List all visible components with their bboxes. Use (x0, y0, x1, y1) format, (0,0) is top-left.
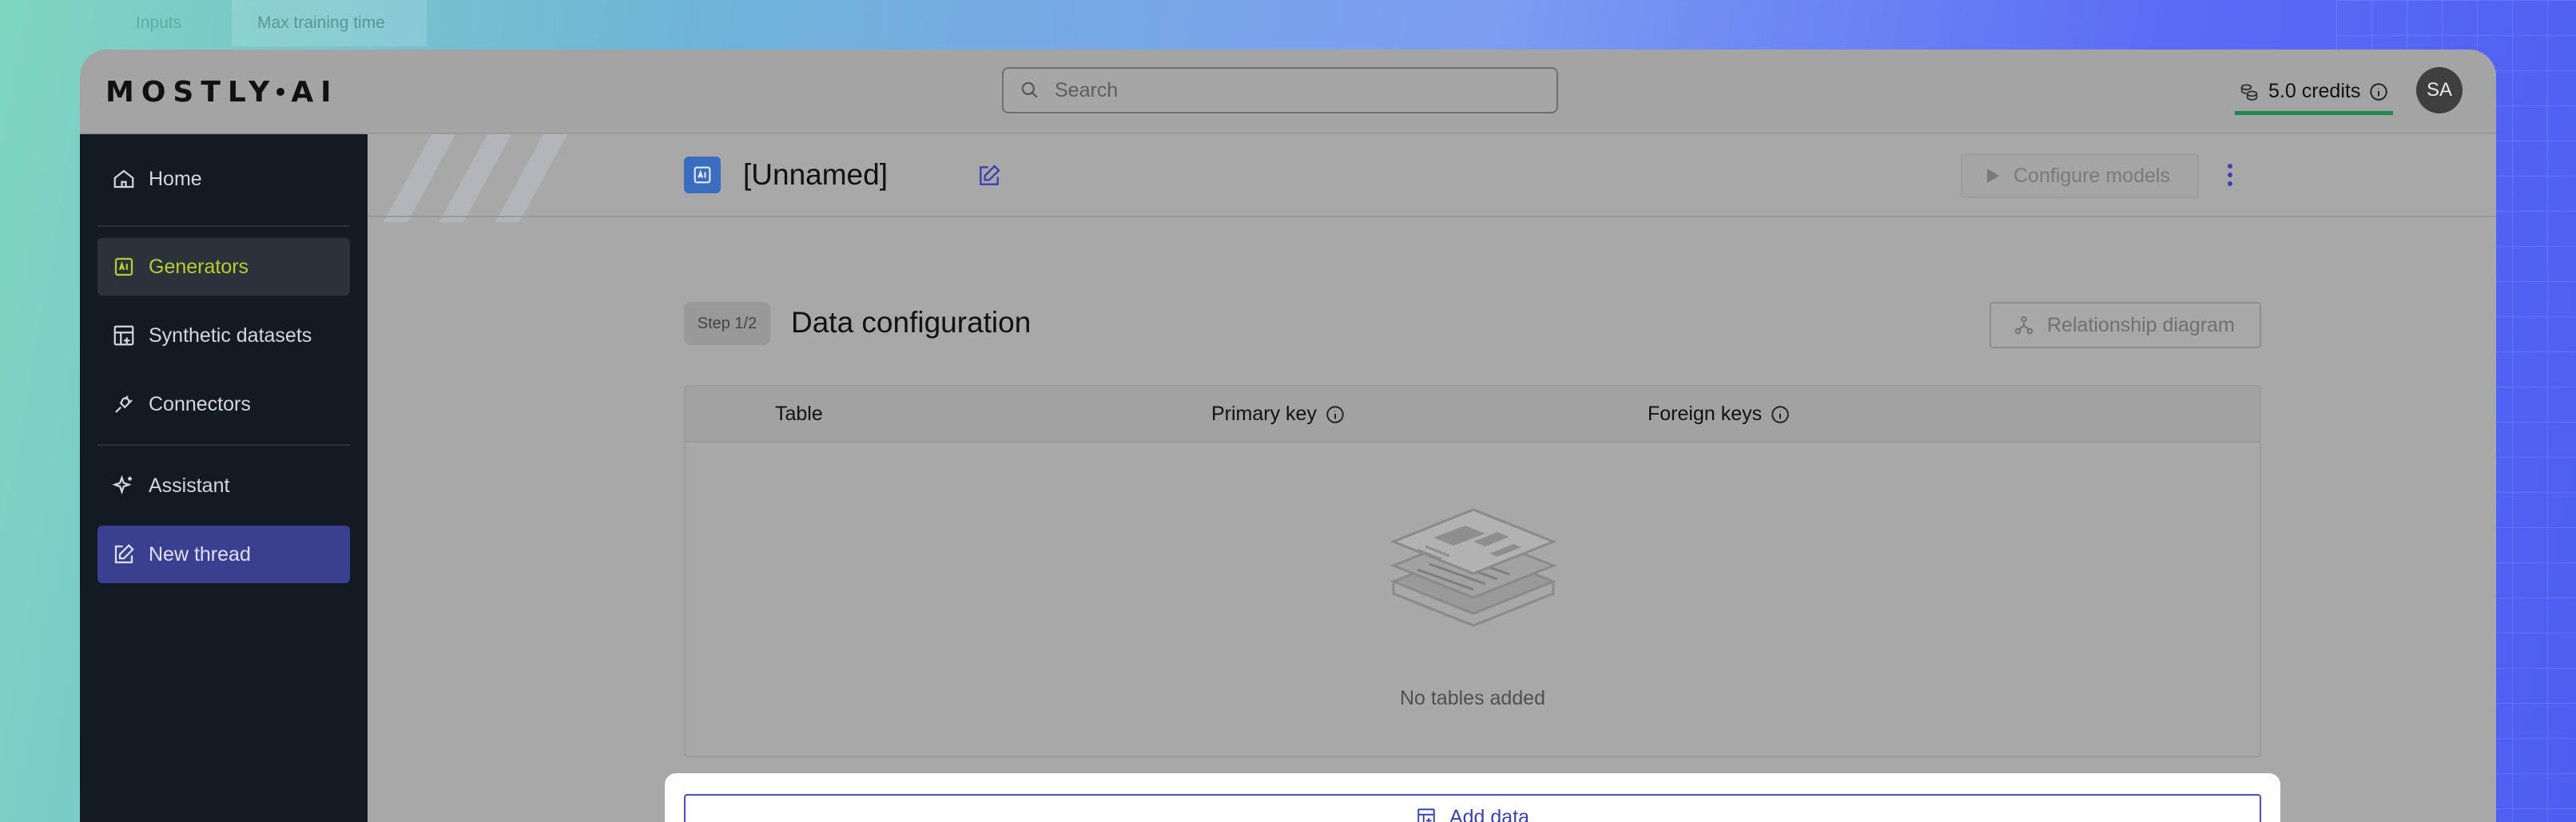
table-header: Table Primary key Foreign keys (686, 387, 2260, 443)
empty-tables-illustration (1389, 508, 1557, 627)
column-header-table: Table (775, 403, 823, 426)
coins-icon (2240, 83, 2258, 101)
column-header-foreign-keys: Foreign keys (1648, 403, 1791, 426)
configure-models-label: Configure models (2013, 164, 2170, 187)
sidebar-item-label: Synthetic datasets (149, 324, 312, 347)
diagram-icon (2014, 316, 2033, 335)
column-header-label: Table (775, 403, 823, 425)
generator-titlebar: [Unnamed] Configure models (368, 134, 2496, 217)
configure-models-button[interactable]: Configure models (1961, 153, 2199, 198)
info-icon[interactable] (2368, 81, 2389, 102)
edit-name-icon[interactable] (976, 163, 1002, 189)
add-data-label: Add data (1449, 805, 1530, 822)
main-content: [Unnamed] Configure models Step 1/2 Data… (368, 134, 2496, 822)
generator-icon (114, 257, 133, 276)
sidebar-item-label: Connectors (149, 392, 251, 415)
plug-icon (115, 395, 133, 413)
play-icon (1987, 169, 1999, 183)
search-box[interactable] (1002, 67, 1558, 113)
relationship-diagram-button[interactable]: Relationship diagram (1990, 302, 2261, 348)
column-header-label: Primary key (1211, 403, 1317, 425)
relationship-diagram-label: Relationship diagram (2047, 313, 2235, 336)
sidebar-item-connectors[interactable]: Connectors (97, 375, 350, 433)
sidebar-item-new-thread[interactable]: New thread (97, 526, 350, 583)
search-icon (1021, 81, 1038, 98)
sidebar-item-assistant[interactable]: Assistant (97, 457, 350, 514)
sidebar-item-label: New thread (149, 542, 251, 566)
credits-value: 5.0 credits (2268, 80, 2361, 102)
background-ghost-tab-left: Inputs (136, 14, 182, 32)
search-input[interactable] (1055, 78, 1534, 102)
column-header-label: Foreign keys (1648, 403, 1763, 425)
sidebar-divider (97, 225, 350, 227)
mostly-ai-logo[interactable]: MOSTLY AI (105, 73, 339, 110)
credits-indicator[interactable]: 5.0 credits (2235, 72, 2393, 115)
sidebar-item-label: Home (149, 167, 202, 190)
sidebar-divider (97, 444, 350, 446)
column-header-primary-key: Primary key (1211, 403, 1346, 426)
empty-tables-text: No tables added (1399, 687, 1546, 709)
step-badge: Step 1/2 (684, 302, 770, 345)
top-header: MOSTLYAI 5.0 credits SA (80, 50, 2496, 134)
user-avatar[interactable]: SA (2416, 67, 2463, 113)
sidebar-item-label: Generators (149, 255, 249, 278)
section-title: Data configuration (791, 306, 1032, 339)
generator-name: [Unnamed] (743, 158, 888, 191)
more-options-icon[interactable] (2226, 161, 2234, 189)
generator-badge-icon (684, 157, 721, 193)
tables-table: Table Primary key Foreign keys No tables… (684, 385, 2261, 757)
sidebar-item-synthetic-datasets[interactable]: Synthetic datasets (97, 307, 350, 364)
home-icon (113, 169, 134, 189)
sidebar: Home Generators Synthetic datasets Conne… (80, 134, 368, 822)
info-icon[interactable] (1325, 404, 1346, 425)
sidebar-item-generators[interactable]: Generators (97, 238, 350, 296)
info-icon[interactable] (1770, 404, 1791, 425)
background-ghost-tab: Max training time (232, 0, 427, 46)
add-data-highlight: Add data (665, 773, 2280, 822)
sidebar-item-label: Assistant (149, 474, 230, 497)
app-window: MOSTLYAI 5.0 credits SA Home Generators … (80, 50, 2496, 822)
edit-icon (114, 544, 134, 564)
dataset-icon (113, 325, 134, 346)
add-data-button[interactable]: Add data (684, 794, 2261, 822)
sparkle-icon (112, 475, 132, 494)
sidebar-item-home[interactable]: Home (97, 150, 350, 208)
add-table-icon (1417, 808, 1435, 822)
